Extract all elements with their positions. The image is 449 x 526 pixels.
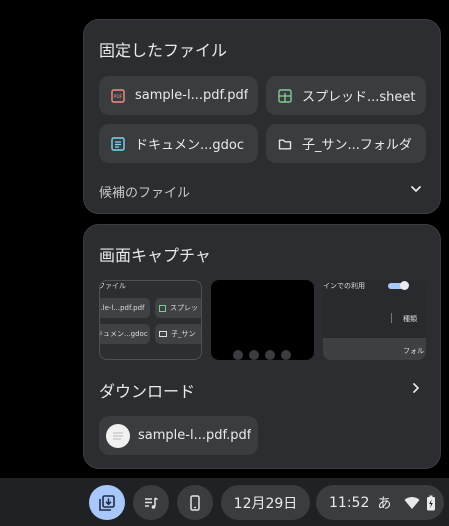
thumb-chip: 子_サン (155, 324, 201, 344)
clock-time: 11:52 (329, 494, 370, 511)
document-icon (111, 136, 125, 151)
chevron-right-icon[interactable] (409, 381, 423, 395)
wifi-icon (404, 496, 420, 509)
holding-space-icon (99, 494, 115, 511)
downloads-title: ダウンロード (99, 382, 196, 401)
folder-icon (278, 137, 292, 151)
suggested-files-toggle[interactable]: 候補のファイル (99, 182, 190, 201)
folder-icon (159, 331, 167, 337)
pinned-files-title: 固定したファイル (99, 41, 228, 60)
thumb-chip: ...le-l...pdf.pdf (100, 298, 150, 318)
pinned-files-panel: 固定したファイル PDF sample-l...pdf.pdf スプレッド...… (83, 19, 441, 214)
thumb-setting-label: インでの利用 (323, 282, 365, 290)
pinned-file-folder[interactable]: 子_サン...フォルダ (266, 124, 426, 163)
thumb-header: ファイル (99, 282, 126, 290)
download-label: sample-l...pdf.pdf (138, 428, 252, 443)
thumb-chip: スプレッ (155, 298, 201, 318)
svg-text:PDF: PDF (114, 94, 123, 100)
screenshot-thumbnail[interactable]: インでの利用 種類 フォル (323, 280, 426, 360)
pinned-file-label: sample-l...pdf.pdf (135, 88, 249, 103)
screenshots-row: ファイル ...le-l...pdf.pdf スプレッ キュメン...gdoc … (99, 254, 427, 361)
thumb-setting-label: 種類 (403, 315, 417, 323)
pinned-file-label: スプレッド...sheet (302, 90, 416, 105)
holding-space-panel: 画面キャプチャ ファイル ...le-l...pdf.pdf スプレッ キュメン… (83, 224, 441, 469)
playlist-music-icon (145, 496, 158, 509)
pdf-file-icon: PDF (111, 88, 125, 103)
chevron-down-icon[interactable] (409, 182, 423, 196)
thumb-setting-label: フォル (403, 347, 424, 355)
screenshot-thumbnail[interactable] (211, 280, 314, 360)
spreadsheet-icon (278, 88, 292, 103)
toggle-knob (400, 281, 409, 290)
status-area[interactable]: 11:52 あ (316, 485, 444, 520)
phone-hub-button[interactable] (177, 485, 213, 520)
spreadsheet-icon (159, 304, 166, 312)
battery-charging-icon (427, 495, 436, 510)
tote-button[interactable] (89, 485, 125, 520)
media-controls-button[interactable] (133, 485, 169, 520)
screenshot-thumbnail[interactable]: ファイル ...le-l...pdf.pdf スプレッ キュメン...gdoc … (99, 280, 202, 360)
ime-indicator: あ (377, 495, 392, 512)
pdf-thumbnail-icon (106, 423, 130, 448)
thumb-chip: キュメン...gdoc (100, 324, 150, 344)
pinned-file-document[interactable]: ドキュメン...gdoc (99, 124, 258, 163)
pinned-file-label: 子_サン...フォルダ (302, 138, 412, 153)
date-tray[interactable]: 12月29日 (221, 485, 310, 520)
pinned-file-spreadsheet[interactable]: スプレッド...sheet (266, 76, 426, 115)
thumb-divider (391, 313, 392, 323)
pinned-file-pdf[interactable]: PDF sample-l...pdf.pdf (99, 76, 258, 115)
pinned-file-label: ドキュメン...gdoc (135, 138, 245, 153)
thumb-dock (231, 350, 293, 360)
download-item[interactable]: sample-l...pdf.pdf (99, 416, 258, 455)
phone-icon (190, 494, 200, 511)
